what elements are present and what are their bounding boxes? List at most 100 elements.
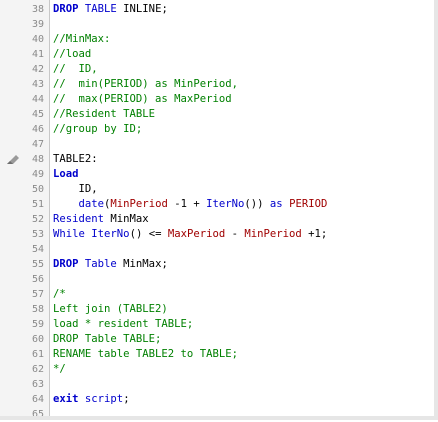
code-token: // ID, [53,63,98,75]
line-number: 45 [31,109,44,120]
code-line[interactable]: 40 //MinMax: [0,32,438,47]
code-text: DROP TABLE INLINE; [53,2,168,17]
line-number: 64 [31,394,44,405]
code-line[interactable]: 57 /* [0,287,438,302]
line-number: 40 [31,34,44,45]
code-token: MinPeriod [110,198,168,210]
code-token: exit [53,393,79,405]
line-number: 56 [31,274,44,285]
line-number: 44 [31,94,44,105]
code-line[interactable]: 54 [0,242,438,257]
code-token: ()) [244,198,270,210]
code-line[interactable]: 46 //group by ID; [0,122,438,137]
code-text: Resident MinMax [53,212,149,227]
code-text: Load [53,167,79,182]
code-token: DROP [53,3,79,15]
code-line[interactable]: 48 TABLE2: [0,152,438,167]
line-number: 41 [31,49,44,60]
line-number: 61 [31,349,44,360]
code-token: //Resident TABLE [53,108,156,120]
code-line[interactable]: 45 //Resident TABLE [0,107,438,122]
code-token: - [225,228,245,240]
code-line[interactable]: 47 [0,137,438,152]
code-token: Table [84,258,117,270]
line-number: 58 [31,304,44,315]
code-line[interactable]: 52 Resident MinMax [0,212,438,227]
code-token: -1 + [167,198,207,210]
code-token: DROP [53,258,79,270]
code-token: // max(PERIOD) as MaxPeriod [53,93,232,105]
code-line[interactable]: 44 // max(PERIOD) as MaxPeriod [0,92,438,107]
code-line[interactable]: 53 While IterNo() <= MaxPeriod - MinPerio… [0,227,438,242]
code-token: Resident [53,213,105,225]
code-line[interactable]: 51 date(MinPeriod -1 + IterNo()) as PERI… [0,197,438,212]
code-token: While [53,228,85,240]
code-token: TABLE [84,3,117,15]
code-line[interactable]: 55 DROP Table MinMax; [0,257,438,272]
code-token: Load [53,168,79,180]
code-text: exit script; [53,392,130,407]
code-text: load * resident TABLE; [53,317,193,332]
code-line[interactable]: 64 exit script; [0,392,438,407]
code-line[interactable]: 59 load * resident TABLE; [0,317,438,332]
line-number: 59 [31,319,44,330]
code-token: date [78,198,105,210]
code-text: TABLE2: [53,152,98,167]
code-token: MinMax [104,213,149,225]
line-number: 49 [31,169,44,180]
code-text: // max(PERIOD) as MaxPeriod [53,92,232,107]
code-line[interactable]: 61 RENAME table TABLE2 to TABLE; [0,347,438,362]
code-text: // min(PERIOD) as MinPeriod, [53,77,238,92]
code-text: DROP Table TABLE; [53,332,161,347]
code-token: //load [53,48,92,60]
line-number: 51 [31,199,44,210]
code-text: While IterNo() <= MaxPeriod - MinPeriod … [53,227,327,242]
line-number: 48 [31,154,44,165]
code-line[interactable]: 56 [0,272,438,287]
code-token: //MinMax: [53,33,111,45]
code-text: RENAME table TABLE2 to TABLE; [53,347,238,362]
code-line[interactable]: 62 */ [0,362,438,377]
code-token: // min(PERIOD) as MinPeriod, [53,78,238,90]
code-line[interactable]: 58 Left join (TABLE2) [0,302,438,317]
code-text: //Resident TABLE [53,107,155,122]
code-text: DROP Table MinMax; [53,257,168,272]
code-token: //group by ID; [53,123,143,135]
code-token: MaxPeriod [167,228,226,240]
code-line[interactable]: 38 DROP TABLE INLINE; [0,2,438,17]
code-line[interactable]: 42 // ID, [0,62,438,77]
code-token: as [269,198,283,210]
line-number: 38 [31,4,44,15]
line-number: 62 [31,364,44,375]
code-token: ID, [53,183,98,195]
code-token: () <= [129,228,168,240]
code-line[interactable]: 50 ID, [0,182,438,197]
script-editor[interactable]: 38 DROP TABLE INLINE; 39 40 //MinMax: 41 //loa… [0,0,438,420]
code-token: IterNo [91,228,130,240]
code-line[interactable]: 49 Load [0,167,438,182]
line-number: 63 [31,379,44,390]
code-token: Left join (TABLE2) [53,303,168,315]
line-number: 53 [31,229,44,240]
line-number: 42 [31,64,44,75]
code-token: IterNo [206,198,245,210]
code-token: /* [53,288,66,300]
code-line[interactable]: 41 //load [0,47,438,62]
line-number: 55 [31,259,44,270]
code-line[interactable]: 63 [0,377,438,392]
line-number: 54 [31,244,44,255]
code-token: script [84,393,124,405]
code-text: Left join (TABLE2) [53,302,168,317]
line-number: 47 [31,139,44,150]
vertical-scrollbar[interactable] [434,0,438,420]
code-line[interactable]: 39 [0,17,438,32]
code-line[interactable]: 43 // min(PERIOD) as MinPeriod, [0,77,438,92]
code-token: DROP Table TABLE; [53,333,162,345]
code-text: //group by ID; [53,122,142,137]
horizontal-scrollbar[interactable] [0,416,438,420]
code-text: */ [53,362,66,377]
code-lines[interactable]: 38 DROP TABLE INLINE; 39 40 //MinMax: 41 //loa… [0,2,438,422]
code-text: //MinMax: [53,32,110,47]
code-line[interactable]: 60 DROP Table TABLE; [0,332,438,347]
